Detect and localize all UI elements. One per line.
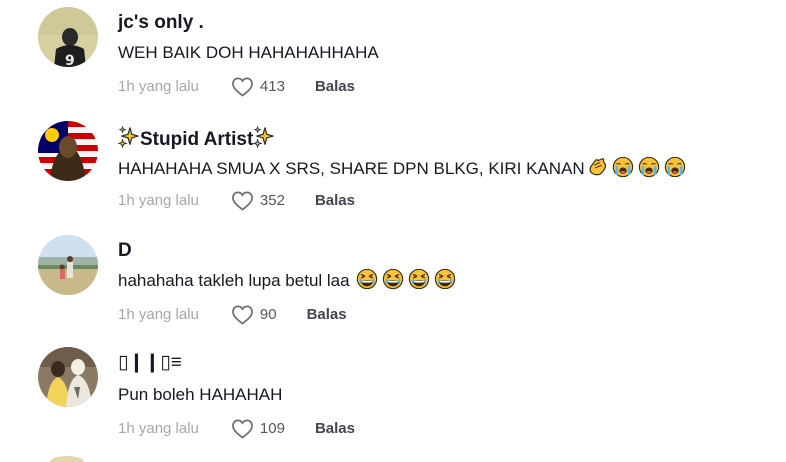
comment-time: 1h yang lalu [118,77,199,95]
username[interactable]: jc's only . [118,12,204,34]
like-count: 109 [259,419,285,437]
avatar[interactable] [38,121,98,181]
like-count: 413 [259,77,285,95]
comment-text: HAHAHAHA SMUA X SRS, SHARE DPN BLKG, KIR… [118,156,686,180]
grinning-squinting-face-emoji [382,268,404,290]
comment-meta: 1h yang lalu 109 Balas [118,417,355,439]
heart-icon [232,419,253,439]
loudly-crying-face-emoji [612,156,634,178]
username[interactable]: ▯❙❙▯≡ [118,352,182,374]
comment-text-body: HAHAHAHA SMUA X SRS, SHARE DPN BLKG, KIR… [118,159,585,178]
comment-text-body: hahahaha takleh lupa betul laa [118,271,350,290]
comment-meta: 1h yang lalu 413 Balas [118,75,355,97]
reply-button[interactable]: Balas [307,306,347,323]
avatar[interactable] [50,456,84,462]
comment-meta: 1h yang lalu 90 Balas [118,303,347,325]
comment-time: 1h yang lalu [118,419,199,437]
like-button[interactable]: 109 [231,418,285,439]
comment-text: hahahaha takleh lupa betul laa [118,268,456,292]
comment-time: 1h yang lalu [118,305,199,323]
comment-item: Stupid Artist HAHAHAHA SMUA X SRS, SHARE… [0,114,786,224]
comment-meta: 1h yang lalu 352 Balas [118,189,355,211]
like-count: 90 [259,305,277,323]
clapping-hands-emoji [586,156,608,178]
heart-icon [232,77,253,97]
reply-button[interactable]: Balas [315,78,355,95]
loudly-crying-face-emoji [638,156,660,178]
grinning-squinting-face-emoji [434,268,456,290]
like-button[interactable]: 413 [231,76,285,97]
svg-text:9: 9 [65,53,75,67]
heart-icon [232,191,253,211]
username[interactable]: D [118,240,132,262]
comment-text: WEH BAIK DOH HAHAHAHHAHA [118,43,379,62]
sparkles-icon [118,126,140,148]
comment-text: Pun boleh HAHAHAH [118,385,283,404]
comment-item: 9 jc's only . WEH BAIK DOH HAHAHAHHAHA 1… [0,0,786,110]
username[interactable]: Stupid Artist [118,126,275,151]
reply-button[interactable]: Balas [315,192,355,209]
like-count: 352 [259,191,285,209]
sparkles-icon [253,126,275,148]
grinning-squinting-face-emoji [356,268,378,290]
comment-item: D hahahaha takleh lupa betul laa 1h yang… [0,228,786,338]
avatar[interactable] [38,235,98,295]
username-text: Stupid Artist [140,129,254,150]
comment-item: ▯❙❙▯≡ Pun boleh HAHAHAH 1h yang lalu 109… [0,342,786,452]
avatar[interactable] [38,347,98,407]
grinning-squinting-face-emoji [408,268,430,290]
avatar[interactable]: 9 [38,7,98,67]
comment-time: 1h yang lalu [118,191,199,209]
like-button[interactable]: 352 [231,190,285,211]
like-button[interactable]: 90 [231,304,277,325]
reply-button[interactable]: Balas [315,420,355,437]
loudly-crying-face-emoji [664,156,686,178]
heart-icon [232,305,253,325]
